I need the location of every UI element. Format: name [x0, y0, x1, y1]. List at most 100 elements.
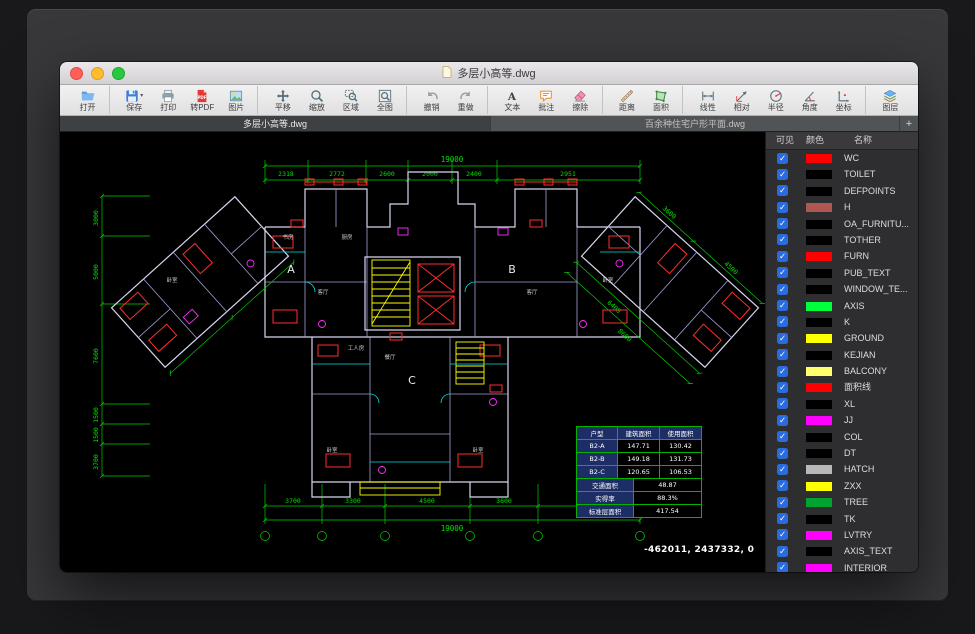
- layer-row[interactable]: ✓TREE: [766, 494, 918, 510]
- toolbar-button-layers[interactable]: 图层: [875, 86, 906, 114]
- layer-color-swatch[interactable]: [806, 400, 832, 409]
- layer-visible-checkbox[interactable]: ✓: [777, 513, 788, 524]
- layer-color-swatch[interactable]: [806, 285, 832, 294]
- layer-row[interactable]: ✓BALCONY: [766, 363, 918, 379]
- layer-color-swatch[interactable]: [806, 367, 832, 376]
- layer-row[interactable]: ✓FURN: [766, 248, 918, 264]
- layer-row[interactable]: ✓JJ: [766, 412, 918, 428]
- layer-visible-checkbox[interactable]: ✓: [777, 185, 788, 196]
- layer-row[interactable]: ✓K: [766, 314, 918, 330]
- layer-row[interactable]: ✓INTERIOR: [766, 560, 918, 572]
- tab-document-2[interactable]: 百余种住宅户形平面.dwg: [491, 116, 900, 131]
- toolbar-button-annotate[interactable]: 批注: [531, 86, 562, 114]
- toolbar-button-redo[interactable]: 重做: [450, 86, 481, 114]
- layer-visible-checkbox[interactable]: ✓: [777, 234, 788, 245]
- layer-color-swatch[interactable]: [806, 269, 832, 278]
- toolbar-button-printer[interactable]: 打印: [153, 86, 184, 114]
- layer-color-swatch[interactable]: [806, 564, 832, 572]
- layer-visible-checkbox[interactable]: ✓: [777, 349, 788, 360]
- toolbar-button-pan[interactable]: 平移: [267, 86, 298, 114]
- layer-row[interactable]: ✓DT: [766, 445, 918, 461]
- tab-document-1[interactable]: 多层小高等.dwg: [60, 116, 491, 131]
- toolbar-button-zoom-region[interactable]: 区域: [335, 86, 366, 114]
- layer-row[interactable]: ✓PUB_TEXT: [766, 265, 918, 281]
- toolbar-button-dim-angle[interactable]: 角度: [794, 86, 825, 114]
- toolbar-button-image[interactable]: 图片: [221, 86, 252, 114]
- layer-color-swatch[interactable]: [806, 416, 832, 425]
- layer-visible-checkbox[interactable]: ✓: [777, 218, 788, 229]
- layer-row[interactable]: ✓WC: [766, 150, 918, 166]
- layer-row[interactable]: ✓TOTHER: [766, 232, 918, 248]
- layer-row[interactable]: ✓KEJIAN: [766, 347, 918, 363]
- minimize-button[interactable]: [91, 67, 104, 80]
- layer-visible-checkbox[interactable]: ✓: [777, 333, 788, 344]
- layer-color-swatch[interactable]: [806, 547, 832, 556]
- drawing-canvas[interactable]: 19000 2318 2772 2600 2000 2400 2951 3700…: [60, 132, 765, 572]
- toolbar-button-zoom-extents[interactable]: 全图: [369, 86, 400, 114]
- layer-visible-checkbox[interactable]: ✓: [777, 464, 788, 475]
- toolbar-button-area[interactable]: 面积: [646, 86, 677, 114]
- layer-color-swatch[interactable]: [806, 252, 832, 261]
- layer-color-swatch[interactable]: [806, 220, 832, 229]
- layer-row[interactable]: ✓HATCH: [766, 461, 918, 477]
- layer-row[interactable]: ✓TOILET: [766, 166, 918, 182]
- layer-row[interactable]: ✓LVTRY: [766, 527, 918, 543]
- toolbar-button-dim-relative[interactable]: 相对: [726, 86, 757, 114]
- title-bar[interactable]: 多层小高等.dwg: [60, 62, 918, 85]
- layer-visible-checkbox[interactable]: ✓: [777, 497, 788, 508]
- toolbar-button-pdf[interactable]: PDF转PDF: [187, 86, 218, 114]
- layer-color-swatch[interactable]: [806, 203, 832, 212]
- layer-visible-checkbox[interactable]: ✓: [777, 562, 788, 572]
- layer-visible-checkbox[interactable]: ✓: [777, 398, 788, 409]
- layer-color-swatch[interactable]: [806, 515, 832, 524]
- layer-row[interactable]: ✓面积线: [766, 379, 918, 395]
- toolbar-button-dim-coordinate[interactable]: 坐标: [828, 86, 859, 114]
- layer-row[interactable]: ✓TK: [766, 511, 918, 527]
- layer-visible-checkbox[interactable]: ✓: [777, 529, 788, 540]
- layer-color-swatch[interactable]: [806, 498, 832, 507]
- layer-visible-checkbox[interactable]: ✓: [777, 267, 788, 278]
- layer-color-swatch[interactable]: [806, 449, 832, 458]
- layer-visible-checkbox[interactable]: ✓: [777, 202, 788, 213]
- layer-color-swatch[interactable]: [806, 170, 832, 179]
- layer-visible-checkbox[interactable]: ✓: [777, 316, 788, 327]
- layer-color-swatch[interactable]: [806, 531, 832, 540]
- layer-color-swatch[interactable]: [806, 383, 832, 392]
- layer-color-swatch[interactable]: [806, 187, 832, 196]
- new-tab-button[interactable]: +: [900, 116, 918, 131]
- toolbar-button-dim-linear[interactable]: 线性: [692, 86, 723, 114]
- layer-row[interactable]: ✓ZXX: [766, 478, 918, 494]
- toolbar-button-eraser[interactable]: 擦除: [565, 86, 596, 114]
- layer-row[interactable]: ✓H: [766, 199, 918, 215]
- layer-visible-checkbox[interactable]: ✓: [777, 415, 788, 426]
- layer-color-swatch[interactable]: [806, 433, 832, 442]
- toolbar-button-dim-radius[interactable]: 半径: [760, 86, 791, 114]
- layer-color-swatch[interactable]: [806, 334, 832, 343]
- layer-color-swatch[interactable]: [806, 318, 832, 327]
- layer-visible-checkbox[interactable]: ✓: [777, 480, 788, 491]
- layer-color-swatch[interactable]: [806, 351, 832, 360]
- zoom-button[interactable]: [112, 67, 125, 80]
- layer-visible-checkbox[interactable]: ✓: [777, 284, 788, 295]
- layer-row[interactable]: ✓XL: [766, 396, 918, 412]
- layer-visible-checkbox[interactable]: ✓: [777, 169, 788, 180]
- layer-row[interactable]: ✓DEFPOINTS: [766, 183, 918, 199]
- layer-color-swatch[interactable]: [806, 154, 832, 163]
- layer-row[interactable]: ✓AXIS: [766, 298, 918, 314]
- toolbar-button-undo[interactable]: 撤销: [416, 86, 447, 114]
- layer-visible-checkbox[interactable]: ✓: [777, 448, 788, 459]
- toolbar-button-distance[interactable]: 距离: [612, 86, 643, 114]
- layer-visible-checkbox[interactable]: ✓: [777, 153, 788, 164]
- layer-visible-checkbox[interactable]: ✓: [777, 366, 788, 377]
- layer-color-swatch[interactable]: [806, 465, 832, 474]
- toolbar-button-save[interactable]: ▾保存: [119, 86, 150, 114]
- toolbar-button-text[interactable]: A文本: [497, 86, 528, 114]
- layer-color-swatch[interactable]: [806, 302, 832, 311]
- toolbar-button-zoom[interactable]: 缩放: [301, 86, 332, 114]
- layer-visible-checkbox[interactable]: ✓: [777, 431, 788, 442]
- layer-row[interactable]: ✓GROUND: [766, 330, 918, 346]
- dropdown-caret-icon[interactable]: ▾: [140, 93, 143, 99]
- toolbar-button-open-folder[interactable]: 打开: [72, 86, 103, 114]
- layer-visible-checkbox[interactable]: ✓: [777, 251, 788, 262]
- layer-color-swatch[interactable]: [806, 482, 832, 491]
